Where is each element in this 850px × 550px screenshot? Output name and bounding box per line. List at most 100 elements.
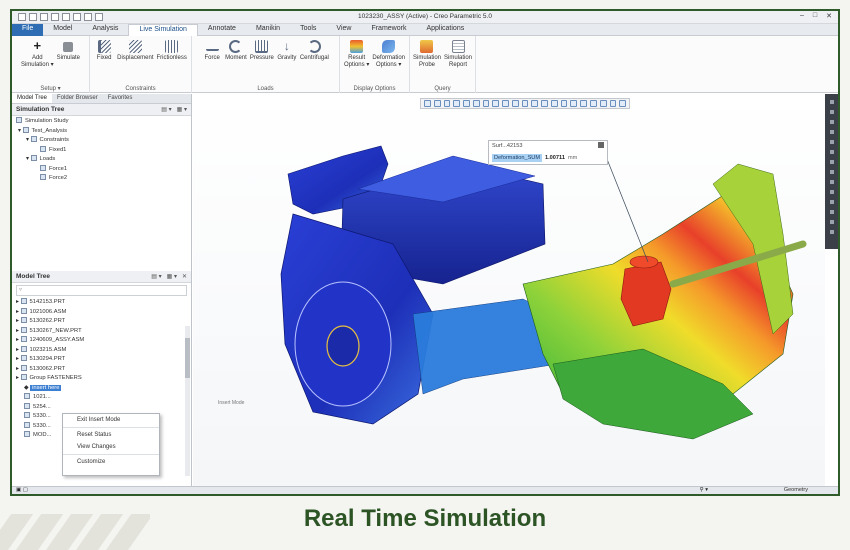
selection-filter-icon[interactable]: ⚲ ▾ (700, 487, 708, 493)
frictionless-icon (165, 40, 179, 53)
gravity-button[interactable]: ↓ Gravity (277, 40, 297, 62)
tree-item[interactable]: ▾ Test_Analysis (12, 126, 191, 137)
tree-item[interactable]: 1021... (12, 393, 191, 403)
tree-item[interactable]: ▸ 5130062.PRT (12, 364, 191, 375)
tab-annotate[interactable]: Annotate (198, 24, 246, 36)
simulation-tree: Simulation Study ▾ Test_Analysis ▾ Const… (12, 116, 191, 271)
tree-item[interactable]: Force1 (12, 164, 191, 175)
probe-leader-line (602, 148, 649, 263)
tab-tools[interactable]: Tools (290, 24, 326, 36)
result-options-icon (350, 40, 364, 53)
tree-item[interactable]: ▾ Constraints (12, 136, 191, 146)
plus-icon: + (33, 38, 42, 53)
legend-marker-icon (829, 210, 834, 214)
pressure-icon (255, 40, 269, 53)
tree-item[interactable]: ▸ 1023215.ASM (12, 345, 191, 356)
assembly-icon (20, 336, 27, 342)
menu-separator (63, 454, 159, 455)
group-icon (20, 374, 27, 380)
ribbon-group-setup: + Add Simulation ▾ Simulate Setup ▾ (12, 36, 90, 93)
moment-button[interactable]: Moment (225, 40, 247, 62)
tree-scrollbar[interactable] (185, 326, 190, 476)
force-icon (40, 164, 46, 171)
tree-item[interactable]: ▸ 5130267_NEW.PRT (12, 326, 191, 337)
ribbon: + Add Simulation ▾ Simulate Setup ▾ Fixe… (12, 36, 838, 93)
legend-marker-icon (829, 200, 834, 204)
fixed-icon (40, 145, 46, 152)
tree-item[interactable]: Simulation Study (12, 117, 191, 127)
ribbon-group-label: Loads (257, 86, 274, 92)
gravity-icon: ↓ (283, 39, 290, 53)
maximize-icon[interactable]: □ (813, 12, 817, 20)
tree-item-insert-here[interactable]: ◆ insert here (12, 384, 191, 394)
force-button[interactable]: Force (202, 40, 222, 62)
close-icon[interactable]: ✕ (826, 12, 832, 20)
tab-analysis[interactable]: Analysis (82, 24, 128, 36)
filter-icon: ▿ (19, 287, 23, 293)
legend-marker-icon (829, 170, 834, 174)
tab-folder-browser[interactable]: Folder Browser (52, 94, 103, 103)
title-bar: 1023230_ASSY (Active) - Creo Parametric … (12, 11, 838, 24)
add-simulation-button[interactable]: + Add Simulation ▾ (21, 38, 54, 69)
tree-item[interactable]: ▸ 1240609_ASSY.ASM (12, 336, 191, 346)
ribbon-group-constraints: Fixed Displacement Frictionless Constrai… (90, 36, 192, 93)
simulation-probe-button[interactable]: Simulation Probe (413, 40, 441, 69)
menu-item-reset-status[interactable]: Reset Status (63, 429, 159, 441)
displacement-button[interactable]: Displacement (117, 40, 154, 62)
tree-item[interactable]: ▸ 5142153.PRT (12, 298, 191, 308)
report-icon (451, 40, 465, 53)
tab-framework[interactable]: Framework (361, 24, 416, 36)
tab-manikin[interactable]: Manikin (246, 24, 290, 36)
tree-settings-icon[interactable]: ▤ ▾ ▦ ▾ (161, 106, 187, 113)
probe-pin-icon[interactable] (598, 142, 604, 148)
simulation-tree-header: Simulation Tree ▤ ▾ ▦ ▾ (12, 104, 191, 116)
pressure-button[interactable]: Pressure (250, 40, 274, 62)
part-icon (24, 431, 30, 437)
tree-item[interactable]: ▸ 5130294.PRT (12, 355, 191, 365)
tab-view[interactable]: View (326, 24, 361, 36)
tab-live-simulation[interactable]: Live Simulation (128, 24, 198, 36)
tab-favorites[interactable]: Favorites (103, 94, 138, 103)
analysis-icon (22, 126, 29, 133)
part-icon (24, 412, 30, 418)
minimize-icon[interactable]: – (800, 12, 804, 20)
frictionless-button[interactable]: Frictionless (157, 40, 187, 62)
constraints-icon (30, 136, 37, 142)
window-title: 1023230_ASSY (Active) - Creo Parametric … (358, 13, 492, 20)
menu-item-exit-insert-mode[interactable]: Exit Insert Mode (63, 414, 159, 426)
model-tree-settings-icon[interactable]: ▤ ▾ ▦ ▾ ✕ (151, 273, 187, 280)
simulate-button[interactable]: Simulate (57, 40, 80, 69)
tree-item[interactable]: Fixed1 (12, 145, 191, 156)
menu-item-customize[interactable]: Customize (63, 456, 159, 468)
selection-filter-dropdown[interactable]: Geometry (784, 487, 808, 493)
tree-item[interactable]: ▸ 5130262.PRT (12, 317, 191, 327)
mount-boss (629, 255, 659, 269)
tab-model-tree[interactable]: Model Tree (12, 94, 53, 103)
tab-model[interactable]: Model (43, 24, 82, 36)
status-icons[interactable]: ▣ ▢ (16, 487, 28, 493)
menu-item-view-changes[interactable]: View Changes (63, 441, 159, 453)
status-bar: ▣ ▢ ⚲ ▾ Geometry (12, 486, 838, 494)
part-icon (20, 298, 27, 304)
tab-file[interactable]: File (12, 24, 44, 36)
tab-applications[interactable]: Applications (416, 24, 474, 36)
tree-item[interactable]: ▸ Group FASTENERS (12, 374, 191, 384)
model-tree-filter-input[interactable]: ▿ (16, 285, 187, 296)
graphics-window[interactable]: Surf...42153 Deformation_SUM 1.00711 mm … (193, 94, 825, 486)
result-options-button[interactable]: Result Options ▾ (344, 40, 369, 69)
tree-item[interactable]: ▸ 1021006.ASM (12, 307, 191, 318)
fixed-button[interactable]: Fixed (94, 40, 114, 62)
tree-item[interactable]: 5254... (12, 402, 191, 413)
ribbon-group-label: Constraints (125, 86, 156, 92)
stress-hotspot (620, 261, 672, 327)
simulation-report-button[interactable]: Simulation Report (444, 40, 472, 69)
part-icon (24, 402, 30, 409)
deformation-options-button[interactable]: Deformation Options ▾ (372, 40, 405, 69)
legend-marker-icon (829, 230, 834, 234)
ribbon-group-label: Setup ▾ (40, 86, 61, 92)
simulation-probe-callout[interactable]: Surf...42153 Deformation_SUM 1.00711 mm (488, 140, 608, 165)
tree-item[interactable]: Force2 (12, 174, 191, 184)
legend-marker-icon (829, 140, 834, 144)
tree-item[interactable]: ▾ Loads (12, 155, 191, 165)
centrifugal-button[interactable]: Centrifugal (300, 40, 329, 62)
